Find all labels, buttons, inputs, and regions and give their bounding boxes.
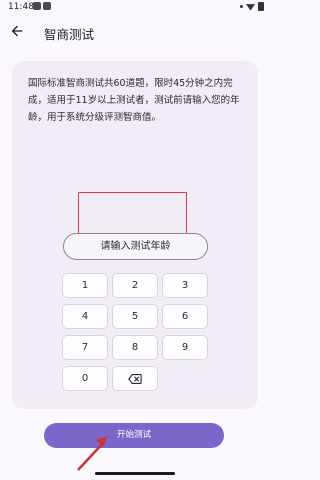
key-7[interactable]: 7 [62,335,108,360]
key-5[interactable]: 5 [112,304,158,329]
age-input[interactable]: 请输入测试年龄 [63,233,208,260]
system-icons [240,2,264,11]
key-6[interactable]: 6 [162,304,208,329]
test-card: 国际标准智商测试共60道题，限时45分钟之内完成，适用于11岁以上测试者，测试前… [12,61,258,409]
key-4[interactable]: 4 [62,304,108,329]
key-9[interactable]: 9 [162,335,208,360]
key-0[interactable]: 0 [62,366,108,391]
notification-icon [43,2,51,10]
backspace-icon [128,374,142,384]
battery-icon [258,2,264,11]
wifi-icon [246,4,255,11]
backspace-key[interactable] [112,366,158,391]
key-3[interactable]: 3 [162,273,208,298]
back-arrow-icon[interactable] [9,23,25,39]
key-2[interactable]: 2 [112,273,158,298]
app-bar: 智商测试 [0,16,270,48]
notification-icon [33,2,41,10]
intro-text: 国际标准智商测试共60道题，限时45分钟之内完成，适用于11岁以上测试者，测试前… [28,78,240,123]
status-bar: 11:48 [0,0,270,14]
highlight-box [78,192,187,235]
key-8[interactable]: 8 [112,335,158,360]
pointer-arrow-icon [77,436,108,471]
status-time: 11:48 [8,2,34,12]
home-indicator[interactable] [95,472,175,475]
notification-icons [33,2,51,10]
page-title: 智商测试 [44,27,95,42]
start-test-button[interactable]: 开始测试 [44,423,224,448]
key-1[interactable]: 1 [62,273,108,298]
dot-icon [240,5,243,8]
